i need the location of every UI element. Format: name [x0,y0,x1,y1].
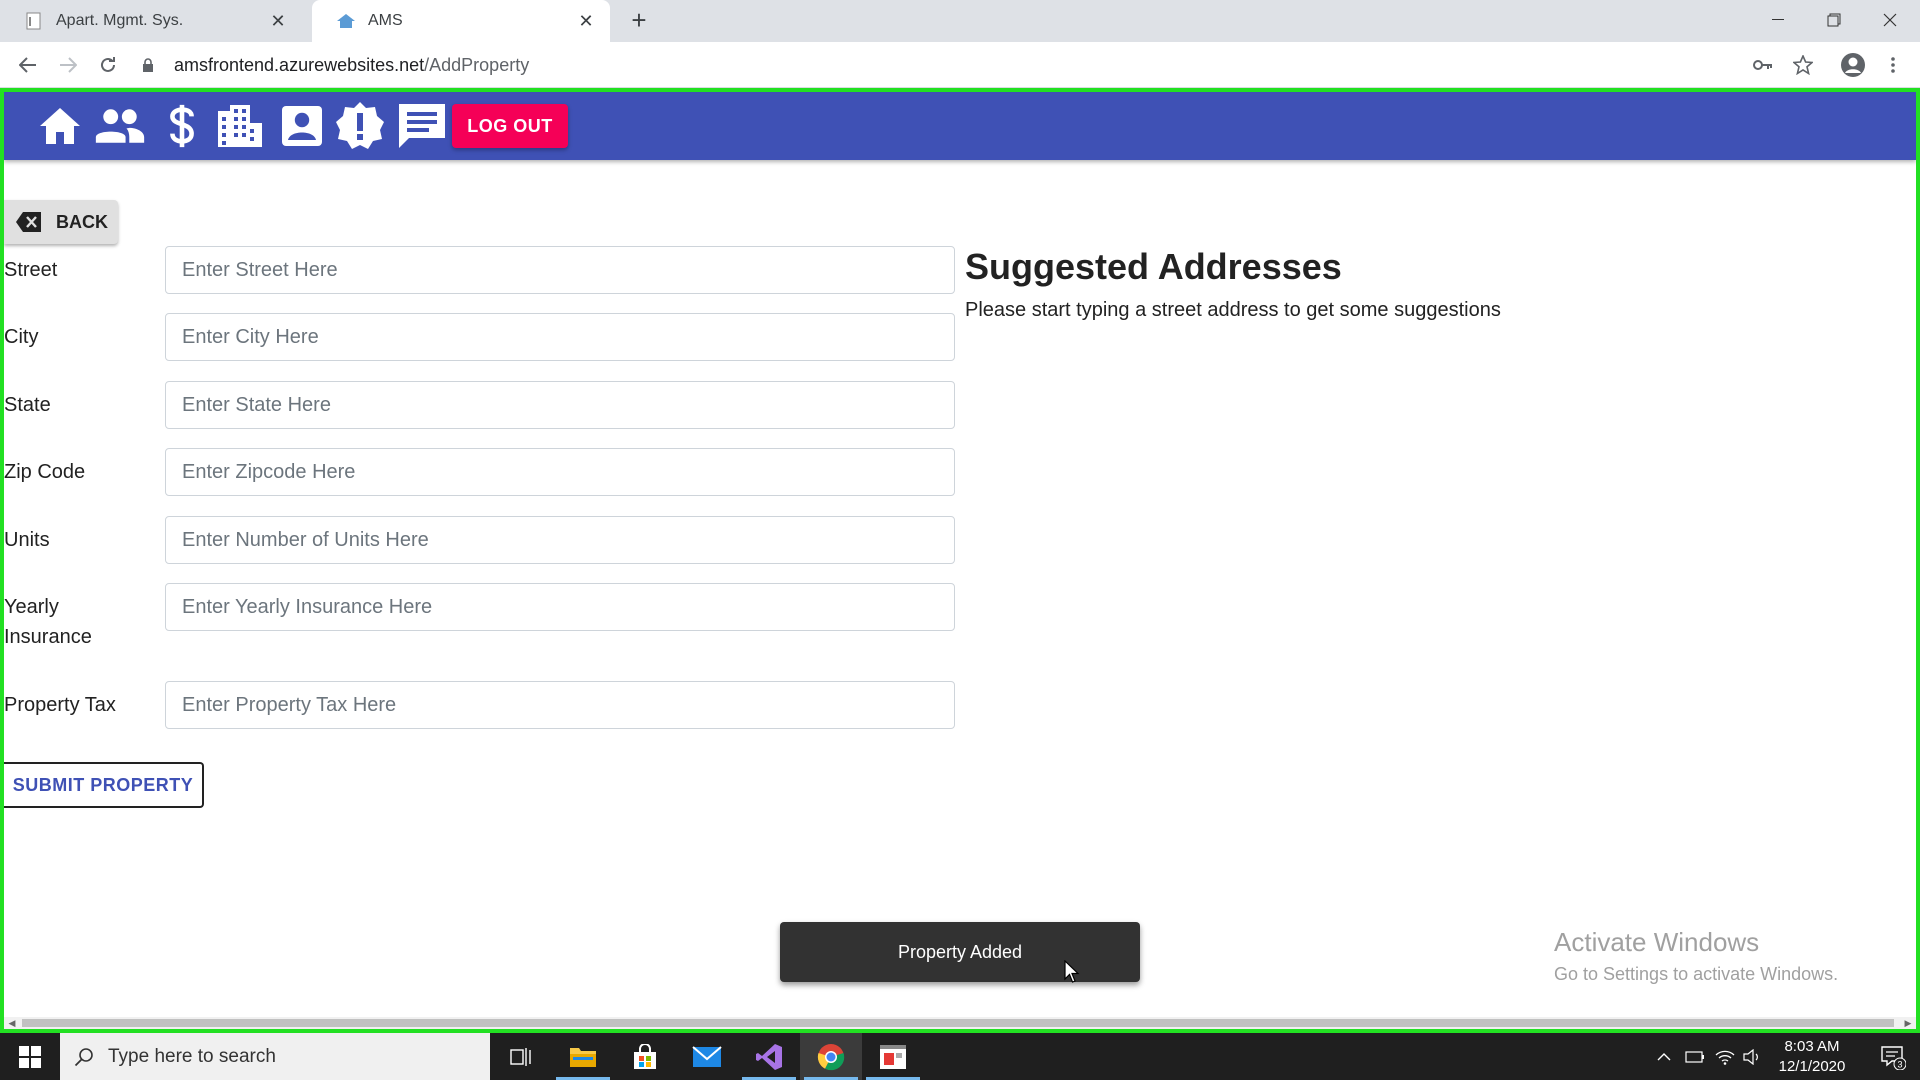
tab-ams[interactable]: AMS ✕ [312,0,610,42]
taskbar: Type here to search 8:03 AM 12/1/2020 3 [0,1033,1920,1080]
horizontal-scrollbar[interactable]: ◀ ▶ [4,1017,1916,1029]
tab-title: Apart. Mgmt. Sys. [56,12,184,29]
building-icon[interactable] [214,100,266,152]
clock-date: 12/1/2020 [1778,1058,1846,1075]
suggestions-title: Suggested Addresses [965,246,1342,287]
taskbar-search-box[interactable]: Type here to search [60,1033,490,1080]
browser-tab-strip: Apart. Mgmt. Sys. ✕ AMS ✕ + [0,0,1920,42]
notification-center-icon[interactable]: 3 [1866,1033,1920,1080]
address-bar: amsfrontend.azurewebsites.net/AddPropert… [0,42,1920,88]
property-tax-label: Property Tax [4,694,116,716]
activation-watermark: Activate Windows Go to Settings to activ… [1554,927,1838,985]
street-label: Street [4,259,58,281]
property-tax-input[interactable] [165,681,955,729]
url-field[interactable]: amsfrontend.azurewebsites.net/AddPropert… [142,48,1742,82]
app-bar: LOG OUT [4,92,1916,160]
street-input[interactable] [165,246,955,294]
restore-button[interactable] [1806,0,1862,40]
zip-label: Zip Code [4,461,86,483]
units-label: Units [4,529,50,551]
store-icon[interactable] [614,1033,676,1080]
windows-start-icon[interactable] [0,1033,60,1080]
forward-arrow-icon[interactable] [54,51,82,79]
back-label: BACK [56,211,108,232]
insurance-label: Yearly Insurance [4,596,92,648]
scrollbar-thumb[interactable] [22,1019,1894,1027]
clock-time: 8:03 AM [1784,1038,1840,1055]
taskbar-clock[interactable]: 8:03 AM 12/1/2020 [1762,1037,1862,1077]
house-icon [336,11,356,31]
task-view-icon[interactable] [490,1033,552,1080]
wifi-icon[interactable] [1712,1033,1738,1080]
mouse-cursor-icon [1064,960,1080,983]
zip-input[interactable] [165,448,955,496]
people-icon[interactable] [94,100,146,152]
state-input[interactable] [165,381,955,429]
new-tab-button[interactable]: + [626,7,652,34]
document-icon [24,11,44,31]
alert-icon[interactable] [334,100,386,152]
lock-icon [142,58,156,72]
search-icon [74,1047,93,1066]
insurance-input[interactable] [165,583,955,631]
logout-button[interactable]: LOG OUT [452,104,568,148]
back-arrow-icon[interactable] [14,51,42,79]
visual-studio-icon[interactable] [738,1033,800,1080]
menu-dots-icon[interactable] [1880,52,1906,78]
scroll-left-icon[interactable]: ◀ [6,1017,18,1029]
star-icon[interactable] [1790,52,1816,78]
toast-notification: Property Added [780,922,1140,982]
tab-title: AMS [368,12,403,29]
city-label: City [4,326,39,348]
backspace-icon [16,212,41,232]
close-tab-icon[interactable]: ✕ [576,11,596,31]
watermark-line2: Go to Settings to activate Windows. [1554,964,1839,984]
units-input[interactable] [165,516,955,564]
chrome-icon[interactable] [800,1033,862,1080]
profile-icon[interactable] [1840,52,1866,78]
state-label: State [4,394,51,416]
suggestions-hint: Please start typing a street address to … [965,299,1501,321]
notification-count: 3 [1897,1059,1902,1069]
search-placeholder: Type here to search [108,1045,276,1067]
mail-icon[interactable] [676,1033,738,1080]
close-window-button[interactable] [1862,0,1918,40]
back-button[interactable]: BACK [4,200,118,244]
battery-icon[interactable] [1682,1033,1708,1080]
scroll-right-icon[interactable]: ▶ [1902,1017,1914,1029]
key-icon[interactable] [1750,52,1776,78]
url-host: amsfrontend.azurewebsites.net [174,54,425,75]
account-box-icon[interactable] [276,100,328,152]
file-explorer-icon[interactable] [552,1033,614,1080]
message-icon[interactable] [396,100,448,152]
url-path: /AddProperty [424,54,530,75]
volume-icon[interactable] [1740,1033,1764,1080]
submit-property-button[interactable]: SUBMIT PROPERTY [4,762,204,808]
page-viewport: LOG OUT BACK Street City State Zip Code … [0,88,1920,1033]
dollar-icon[interactable] [156,100,208,152]
chevron-up-icon[interactable] [1652,1033,1676,1080]
tab-apart-mgmt[interactable]: Apart. Mgmt. Sys. ✕ [0,0,302,42]
home-icon[interactable] [34,100,86,152]
city-input[interactable] [165,313,955,361]
minimize-button[interactable] [1750,0,1806,40]
app-icon[interactable] [862,1033,924,1080]
watermark-line1: Activate Windows [1554,927,1760,957]
reload-icon[interactable] [94,51,122,79]
close-tab-icon[interactable]: ✕ [268,11,288,31]
